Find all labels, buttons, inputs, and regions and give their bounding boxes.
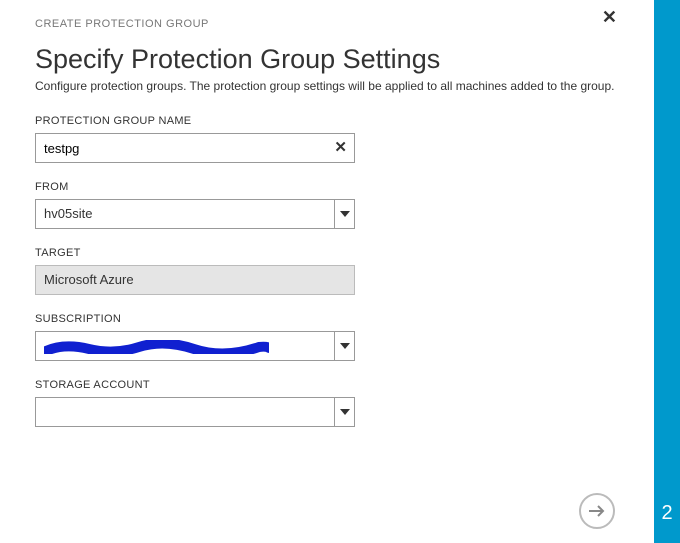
from-dropdown-button[interactable] bbox=[334, 200, 354, 228]
close-icon: ✕ bbox=[334, 139, 347, 156]
from-select-value: hv05site bbox=[36, 200, 332, 227]
target-readonly: Microsoft Azure bbox=[35, 265, 355, 295]
label-storage-account: STORAGE ACCOUNT bbox=[35, 379, 655, 391]
arrow-right-icon bbox=[588, 504, 606, 518]
redacted-content bbox=[44, 340, 269, 354]
breadcrumb: CREATE PROTECTION GROUP bbox=[35, 18, 655, 30]
subscription-select[interactable] bbox=[35, 331, 355, 361]
subscription-select-value bbox=[36, 332, 332, 360]
storage-account-select[interactable] bbox=[35, 397, 355, 427]
chevron-down-icon bbox=[340, 409, 350, 415]
protection-group-name-field: ✕ bbox=[35, 133, 355, 163]
step-sidebar: 2 bbox=[654, 0, 680, 543]
close-button[interactable]: ✕ bbox=[602, 8, 617, 26]
label-protection-group-name: PROTECTION GROUP NAME bbox=[35, 115, 655, 127]
subscription-dropdown-button[interactable] bbox=[334, 332, 354, 360]
storage-account-select-value bbox=[36, 398, 332, 410]
label-from: FROM bbox=[35, 181, 655, 193]
label-target: TARGET bbox=[35, 247, 655, 259]
label-subscription: SUBSCRIPTION bbox=[35, 313, 655, 325]
page-title: Specify Protection Group Settings bbox=[35, 44, 655, 75]
protection-group-name-input[interactable] bbox=[35, 133, 355, 163]
clear-input-button[interactable]: ✕ bbox=[334, 138, 347, 156]
close-icon: ✕ bbox=[602, 7, 617, 27]
from-select[interactable]: hv05site bbox=[35, 199, 355, 229]
storage-account-dropdown-button[interactable] bbox=[334, 398, 354, 426]
chevron-down-icon bbox=[340, 343, 350, 349]
chevron-down-icon bbox=[340, 211, 350, 217]
step-number: 2 bbox=[654, 502, 680, 525]
next-button[interactable] bbox=[579, 493, 615, 529]
wizard-panel: ✕ CREATE PROTECTION GROUP Specify Protec… bbox=[0, 0, 655, 543]
page-description: Configure protection groups. The protect… bbox=[35, 79, 655, 93]
